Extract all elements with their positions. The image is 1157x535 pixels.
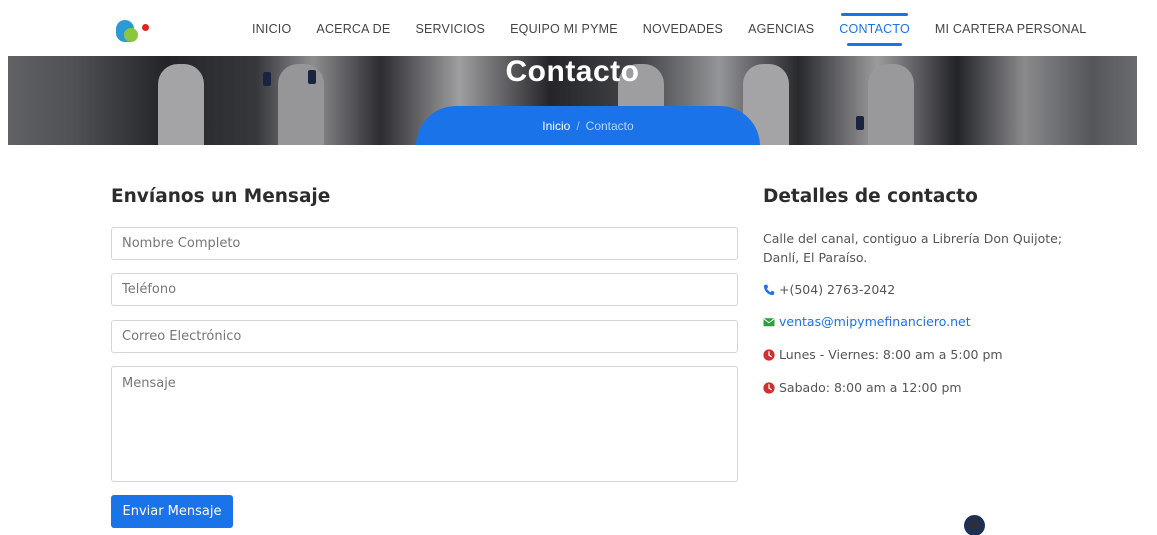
nav-item-equipo-mi-pyme[interactable]: EQUIPO MI PYME	[510, 22, 618, 36]
page-title: Contacto	[505, 56, 640, 88]
nav-item-mi-cartera-personal[interactable]: MI CARTERA PERSONAL	[935, 22, 1087, 36]
clock-icon	[763, 348, 775, 361]
email-field-wrapper	[111, 320, 738, 353]
send-message-button[interactable]: Enviar Mensaje	[111, 495, 233, 528]
breadcrumb-separator: /	[576, 119, 580, 133]
name-field-wrapper	[111, 227, 738, 260]
breadcrumb-current: Contacto	[585, 119, 634, 133]
form-title: Envíanos un Mensaje	[111, 186, 331, 207]
nav-item-inicio[interactable]: INICIO	[252, 22, 291, 36]
breadcrumb-home-link[interactable]: Inicio	[542, 119, 570, 133]
breadcrumb: Inicio / Contacto	[416, 119, 760, 133]
email-row: ventas@mipymefinanciero.net	[763, 314, 971, 329]
chat-widget-icon[interactable]	[964, 515, 985, 535]
message-textarea[interactable]	[112, 367, 737, 481]
clock-icon	[763, 381, 775, 394]
hero-banner: Contacto Inicio / Contacto	[8, 56, 1137, 145]
nav-item-acerca-de[interactable]: ACERCA DE	[316, 22, 390, 36]
main-nav: INICIO ACERCA DE SERVICIOS EQUIPO MI PYM…	[252, 13, 1111, 46]
nav-item-contacto[interactable]: CONTACTO	[839, 13, 910, 46]
email-input[interactable]	[112, 321, 737, 352]
nav-item-novedades[interactable]: NOVEDADES	[643, 22, 723, 36]
breadcrumb-container: Inicio / Contacto	[416, 106, 760, 145]
weekday-hours-text: Lunes - Viernes: 8:00 am a 5:00 pm	[779, 347, 1003, 362]
phone-number: +(504) 2763-2042	[779, 282, 896, 297]
saturday-hours-row: Sabado: 8:00 am a 12:00 pm	[763, 380, 962, 395]
nav-item-agencias[interactable]: AGENCIAS	[748, 22, 814, 36]
brand-logo[interactable]	[116, 20, 150, 42]
nav-item-servicios[interactable]: SERVICIOS	[415, 22, 485, 36]
saturday-hours-text: Sabado: 8:00 am a 12:00 pm	[779, 380, 962, 395]
phone-icon	[763, 284, 775, 296]
envelope-icon	[763, 316, 775, 328]
full-name-input[interactable]	[112, 228, 737, 259]
phone-input[interactable]	[112, 274, 737, 305]
message-field-wrapper	[111, 366, 738, 482]
details-title: Detalles de contacto	[763, 186, 978, 207]
top-navbar: INICIO ACERCA DE SERVICIOS EQUIPO MI PYM…	[0, 0, 1157, 56]
email-link[interactable]: ventas@mipymefinanciero.net	[779, 314, 971, 329]
address-text: Calle del canal, contiguo a Librería Don…	[763, 231, 1063, 265]
weekday-hours-row: Lunes - Viernes: 8:00 am a 5:00 pm	[763, 347, 1003, 362]
phone-row: +(504) 2763-2042	[763, 282, 895, 297]
phone-field-wrapper	[111, 273, 738, 306]
